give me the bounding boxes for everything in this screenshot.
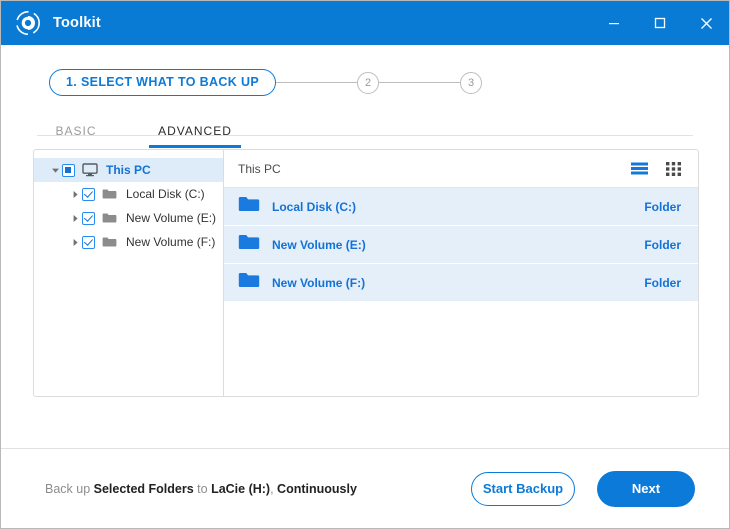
folder-icon — [102, 236, 118, 248]
step-connector-1-2 — [276, 82, 358, 83]
maximize-button[interactable] — [637, 1, 683, 45]
step-3-indicator[interactable]: 3 — [460, 71, 483, 94]
maximize-icon — [654, 17, 666, 29]
tree-row-local-disk-c[interactable]: Local Disk (C:) — [34, 182, 223, 206]
table-row[interactable]: New Volume (F:) Folder — [224, 264, 698, 302]
wizard-stepper: 1. SELECT WHAT TO BACK UP 2 3 — [1, 45, 729, 96]
view-toggles — [631, 161, 681, 176]
file-type: Folder — [644, 237, 681, 252]
backup-summary: Back up Selected Folders to LaCie (H:), … — [45, 482, 357, 496]
checkbox-this-pc[interactable] — [62, 163, 75, 177]
file-type: Folder — [644, 275, 681, 290]
file-browser-header: This PC — [224, 150, 698, 188]
file-name: New Volume (F:) — [272, 275, 366, 290]
table-row[interactable]: Local Disk (C:) Folder — [224, 188, 698, 226]
tree-label-local-disk-c: Local Disk (C:) — [126, 187, 205, 201]
step-2-indicator[interactable]: 2 — [357, 71, 380, 94]
footer-bar: Back up Selected Folders to LaCie (H:), … — [1, 449, 729, 528]
chevron-right-icon[interactable] — [68, 190, 82, 199]
browser-panels: This PC Local Disk (C:) New Volume (E:) … — [33, 149, 699, 397]
grid-view-icon[interactable] — [666, 161, 681, 176]
file-name: New Volume (E:) — [272, 237, 366, 252]
toolkit-logo-icon — [15, 10, 41, 36]
tab-advanced[interactable]: ADVANCED — [149, 118, 241, 148]
file-name: Local Disk (C:) — [272, 199, 357, 214]
breadcrumb: This PC — [238, 161, 281, 176]
checkbox-new-volume-f[interactable] — [82, 235, 95, 249]
tabs-divider — [37, 135, 693, 136]
monitor-icon — [82, 163, 98, 177]
file-list: Local Disk (C:) Folder New Volume (E:) F… — [224, 188, 698, 302]
chevron-right-icon[interactable] — [68, 238, 82, 247]
chevron-down-icon[interactable] — [48, 166, 62, 175]
step-connector-2-3 — [379, 82, 461, 83]
summary-middle: to — [193, 481, 212, 496]
title-bar: Toolkit — [1, 1, 729, 45]
mode-tabs: BASIC ADVANCED — [37, 118, 277, 148]
summary-prefix: Back up — [45, 481, 94, 496]
minimize-button[interactable] — [591, 1, 637, 45]
toolkit-window: Toolkit 1. SELECT WHAT TO BACK UP 2 3 BA… — [0, 0, 730, 529]
list-view-icon[interactable] — [631, 162, 648, 175]
tree-label-new-volume-f: New Volume (F:) — [126, 235, 216, 249]
tree-row-new-volume-e[interactable]: New Volume (E:) — [34, 206, 223, 230]
folder-icon — [238, 195, 260, 218]
checkbox-local-disk-c[interactable] — [82, 187, 95, 201]
folder-tree: This PC Local Disk (C:) New Volume (E:) … — [34, 150, 224, 396]
summary-schedule: Continuously — [277, 481, 357, 496]
summary-source: Selected Folders — [93, 481, 194, 496]
close-icon — [700, 17, 712, 29]
minimize-icon — [609, 23, 619, 25]
folder-icon — [102, 212, 118, 224]
footer-buttons: Start Backup Next — [471, 470, 695, 507]
folder-icon — [238, 233, 260, 256]
folder-icon — [238, 271, 260, 294]
file-type: Folder — [644, 199, 681, 214]
step-1-select-what-to-back-up[interactable]: 1. SELECT WHAT TO BACK UP — [49, 69, 277, 96]
summary-separator: , — [270, 481, 278, 496]
checkbox-new-volume-e[interactable] — [82, 211, 95, 225]
app-title: Toolkit — [53, 15, 101, 31]
file-browser: This PC Local Disk (C:) Folder New Volum… — [224, 150, 698, 396]
next-button[interactable]: Next — [597, 470, 695, 507]
folder-icon — [102, 188, 118, 200]
tree-row-this-pc[interactable]: This PC — [34, 158, 223, 182]
chevron-right-icon[interactable] — [68, 214, 82, 223]
tree-label-new-volume-e: New Volume (E:) — [126, 211, 217, 225]
start-backup-button[interactable]: Start Backup — [471, 471, 575, 506]
tree-label-this-pc: This PC — [106, 163, 151, 177]
close-button[interactable] — [683, 1, 729, 45]
table-row[interactable]: New Volume (E:) Folder — [224, 226, 698, 264]
tree-row-new-volume-f[interactable]: New Volume (F:) — [34, 230, 223, 254]
window-controls — [591, 1, 729, 45]
summary-target: LaCie (H:) — [211, 481, 271, 496]
tab-basic[interactable]: BASIC — [45, 118, 107, 148]
